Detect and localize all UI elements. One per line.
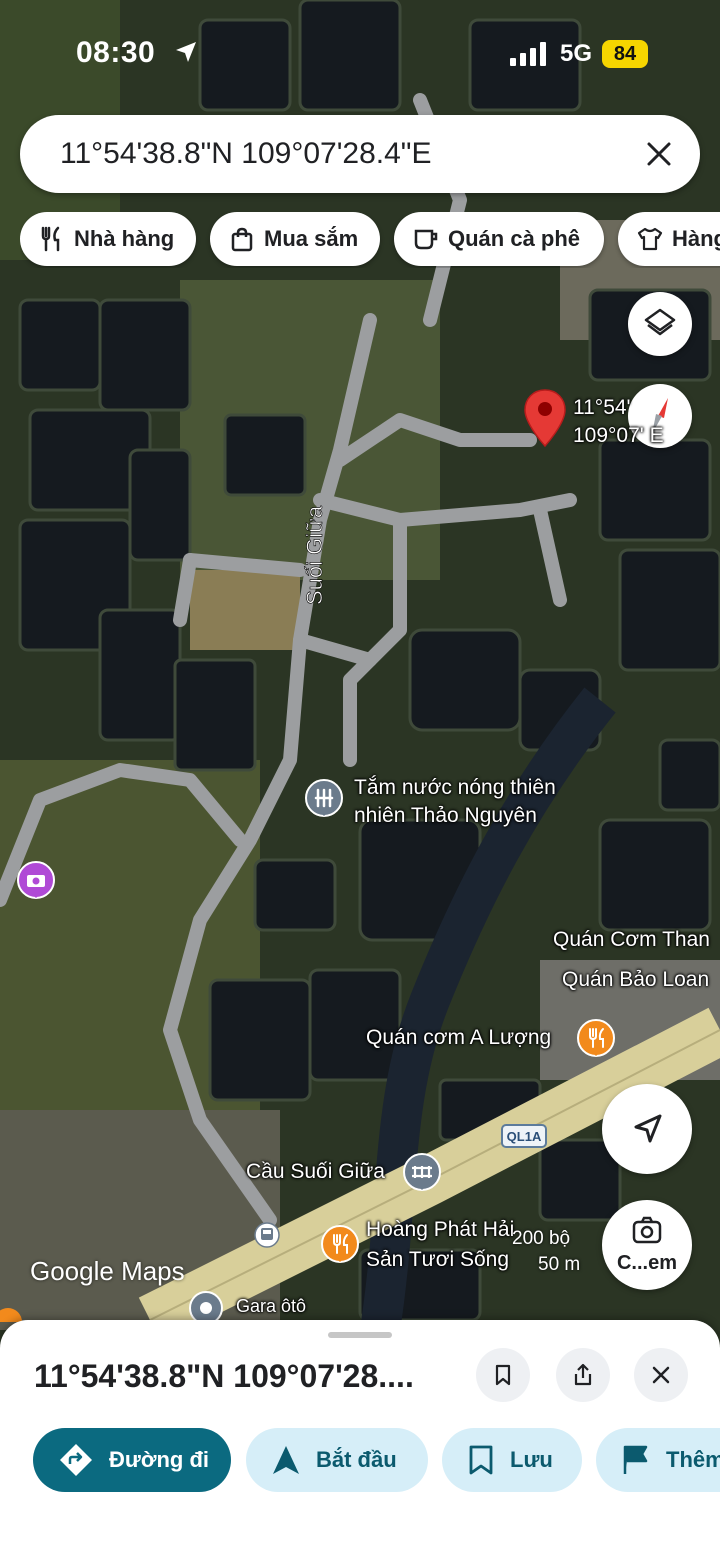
route-shield-label: QL1A <box>507 1129 542 1144</box>
place-label-gara[interactable]: Gara ôtô <box>236 1296 306 1317</box>
flag-icon <box>623 1445 648 1474</box>
status-bar: 08:30 5G 84 <box>0 0 720 100</box>
category-chips: Nhà hàng Mua sắm Quán cà phê Hàng <box>20 212 720 268</box>
close-icon[interactable] <box>642 137 676 171</box>
close-icon <box>652 1366 670 1384</box>
pin-label-line1: 11°54' <box>573 396 631 419</box>
place-bottom-sheet[interactable]: 11°54'38.8"N 109°07'28.... Đường đi Bắt … <box>0 1320 720 1564</box>
bookmark-icon <box>469 1445 493 1475</box>
bare-ground <box>190 570 300 650</box>
directions-label: Đường đi <box>109 1447 209 1472</box>
place-label-hoang-phat-2[interactable]: Sản Tươi Sống <box>366 1248 509 1272</box>
place-label-quan-com-than[interactable]: Quán Cơm Than <box>553 928 710 952</box>
garage-poi-icon[interactable] <box>188 1290 224 1320</box>
spa-poi-icon[interactable] <box>304 778 344 824</box>
layers-button[interactable] <box>628 292 692 356</box>
coffee-cup-icon <box>414 229 438 250</box>
network-type: 5G <box>560 40 593 67</box>
bookmark-icon <box>495 1364 511 1386</box>
pin-label-line2: 109°07' E <box>573 424 664 447</box>
sheet-close-button[interactable] <box>634 1348 688 1402</box>
place-label-quan-bao-loan[interactable]: Quán Bảo Loan <box>562 968 709 992</box>
chip-label: Mua sắm <box>264 226 359 251</box>
chip-label: Quán cà phê <box>448 226 581 251</box>
dropped-pin-icon[interactable] <box>523 388 567 448</box>
place-label-hotspring-2[interactable]: nhiên Thảo Nguyên <box>354 804 537 828</box>
save-label: Lưu <box>510 1447 553 1472</box>
directions-button[interactable]: Đường đi <box>33 1428 231 1492</box>
navigation-arrow-icon <box>634 1114 662 1143</box>
battery-indicator: 84 <box>602 40 648 68</box>
google-maps-attribution: Google Maps <box>30 1256 185 1286</box>
lens-button[interactable]: C...em <box>602 1200 692 1290</box>
bridge-poi-icon[interactable] <box>402 1152 442 1198</box>
more-label: Thêm <box>666 1447 720 1472</box>
save-bookmark-button[interactable] <box>476 1348 530 1402</box>
place-label-hotspring-1[interactable]: Tắm nước nóng thiên <box>354 776 556 800</box>
lens-label: C...em <box>616 1252 678 1274</box>
start-button[interactable]: Bắt đầu <box>246 1428 428 1492</box>
search-bar[interactable]: 11°54'38.8"N 109°07'28.4"E <box>20 115 700 193</box>
place-label-hoang-phat-1[interactable]: Hoàng Phát Hải <box>366 1218 514 1242</box>
navigation-arrow-icon <box>273 1446 299 1474</box>
place-label-quan-com-a-luong[interactable]: Quán cơm A Lượng <box>366 1026 551 1050</box>
chip-restaurants[interactable]: Nhà hàng <box>20 212 196 266</box>
chip-clothing[interactable]: Hàng <box>618 212 720 266</box>
chip-shopping[interactable]: Mua sắm <box>210 212 380 266</box>
layers-icon <box>644 308 676 336</box>
clock: 08:30 <box>76 36 156 69</box>
scale-bar: 200 bộ 50 m <box>512 1228 580 1275</box>
fork-knife-icon <box>41 226 60 252</box>
save-button[interactable]: Lưu <box>442 1428 582 1492</box>
shopping-bag-icon <box>231 227 253 252</box>
chip-coffee[interactable]: Quán cà phê <box>394 212 604 266</box>
drag-handle[interactable] <box>328 1332 392 1338</box>
road-label-suoi-giua: Suối Giữa <box>302 505 327 605</box>
directions-icon <box>60 1444 92 1476</box>
start-label: Bắt đầu <box>316 1447 397 1472</box>
camera-poi-icon[interactable] <box>16 860 56 906</box>
search-query[interactable]: 11°54'38.8"N 109°07'28.4"E <box>60 137 431 171</box>
my-location-button[interactable] <box>602 1084 692 1174</box>
share-icon <box>574 1363 592 1386</box>
scale-metric: 50 m <box>538 1254 581 1275</box>
shirt-icon <box>637 227 663 251</box>
chip-label: Nhà hàng <box>74 226 175 251</box>
place-label-cau-suoi-giua[interactable]: Cầu Suối Giữa <box>246 1160 385 1184</box>
chip-label: Hàng <box>672 226 720 251</box>
seafood-poi-icon[interactable] <box>320 1224 360 1270</box>
bus-stop-icon[interactable] <box>254 1222 280 1248</box>
restaurant-poi-icon[interactable] <box>576 1018 616 1064</box>
location-arrow-icon <box>176 42 196 62</box>
share-button[interactable] <box>556 1348 610 1402</box>
more-button[interactable]: Thêm <box>596 1428 720 1492</box>
action-buttons-row: Đường đi Bắt đầu Lưu Thêm <box>0 1428 720 1498</box>
camera-lens-icon <box>632 1216 662 1244</box>
sheet-title: 11°54'38.8"N 109°07'28.... <box>34 1358 414 1394</box>
scale-imperial: 200 bộ <box>512 1228 571 1249</box>
signal-icon <box>510 42 546 66</box>
